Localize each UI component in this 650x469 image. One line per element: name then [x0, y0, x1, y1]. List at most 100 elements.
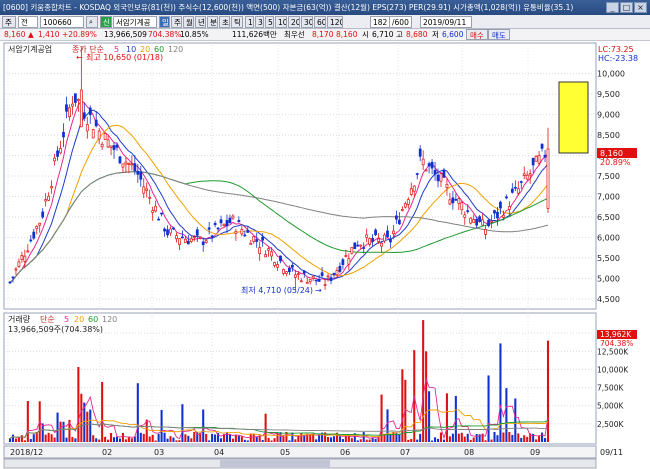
- volume-bar: [338, 436, 341, 442]
- candle-body: [219, 219, 223, 224]
- candle-body: [255, 239, 259, 242]
- volume-bar: [490, 439, 493, 442]
- period-year-button[interactable]: 년: [195, 16, 206, 28]
- candle-body: [154, 205, 158, 212]
- minute-20-button[interactable]: 20: [288, 16, 300, 28]
- candle-body: [451, 197, 455, 204]
- stock-name-field: 서암기계공: [113, 16, 157, 28]
- stock-code-input[interactable]: 100660: [40, 16, 84, 28]
- candle-body: [454, 198, 458, 201]
- volume-bar: [53, 437, 56, 442]
- candle-body: [353, 242, 357, 250]
- price-info-bar: 8,160 ▲ 1,410 +20.89% 13,966,509 704.38%…: [0, 29, 650, 41]
- chart-area[interactable]: 10,0009,5009,0008,5008,0007,5007,0006,50…: [0, 41, 650, 469]
- volume-bar: [89, 409, 92, 442]
- candle-body: [487, 220, 490, 227]
- vma120-label: 120: [102, 315, 117, 324]
- volume-bar: [252, 433, 255, 442]
- time-axis[interactable]: [3, 445, 597, 459]
- candle-body: [510, 188, 514, 193]
- candle-body: [20, 255, 24, 260]
- minute-1-button[interactable]: 1: [245, 16, 254, 28]
- candle-body: [44, 199, 48, 202]
- volume-bar: [523, 435, 526, 442]
- volume-bar: [315, 439, 318, 442]
- period-week-button[interactable]: 주: [171, 16, 182, 28]
- menu-button[interactable]: 주: [2, 16, 16, 28]
- period-second-button[interactable]: 초: [219, 16, 230, 28]
- open-label: 시: [362, 30, 369, 39]
- candle-body: [397, 219, 401, 225]
- volume-bar: [62, 421, 65, 442]
- volume-bar: [457, 433, 460, 442]
- volume-bar: [416, 439, 419, 442]
- candle-body: [94, 119, 98, 127]
- volume-bar: [178, 440, 181, 442]
- minute-30-button[interactable]: 30: [301, 16, 313, 28]
- candle-body: [252, 236, 256, 242]
- candle-body: [53, 157, 56, 162]
- volume-bar: [29, 439, 32, 442]
- volume-bar: [130, 438, 133, 442]
- vma5-label: 5: [64, 315, 69, 324]
- candle-body: [293, 274, 297, 278]
- candle-body: [457, 198, 461, 204]
- market-select[interactable]: 전: [18, 16, 38, 28]
- candle-body: [433, 169, 437, 175]
- candle-body: [151, 210, 155, 213]
- volume-bar: [517, 433, 520, 442]
- current-volume-axis: 13,962K: [600, 330, 632, 339]
- close-button[interactable]: ×: [634, 2, 647, 13]
- change-arrow-icon: ▲: [28, 30, 34, 39]
- period-month-button[interactable]: 월: [183, 16, 194, 28]
- minute-5-button[interactable]: 5: [265, 16, 274, 28]
- candle-body: [240, 229, 244, 235]
- minute-10-button[interactable]: 10: [275, 16, 287, 28]
- chart-svg[interactable]: 10,0009,5009,0008,5008,0007,5007,0006,50…: [0, 41, 650, 469]
- candle-body: [59, 148, 62, 154]
- volume-bar: [187, 435, 190, 442]
- candle-body: [311, 275, 315, 279]
- minute-120-button[interactable]: 120: [327, 16, 343, 28]
- volume-bar: [538, 435, 541, 442]
- buy-button[interactable]: 매수: [466, 29, 488, 40]
- candle-body: [207, 227, 211, 230]
- price-tick-label: 7,500: [597, 172, 620, 181]
- candle-body: [11, 276, 15, 279]
- minimize-button[interactable]: _: [606, 2, 619, 13]
- volume-bar: [17, 437, 20, 442]
- highlight-box[interactable]: [558, 81, 589, 154]
- candle-body: [299, 280, 303, 283]
- ma120-label: 120: [168, 45, 183, 54]
- candle-body: [326, 275, 330, 278]
- volume-bar: [121, 432, 124, 442]
- candle-body: [371, 237, 375, 242]
- volume-bar: [56, 412, 59, 442]
- display-count-input[interactable]: 182: [370, 16, 390, 28]
- candle-body: [258, 247, 262, 254]
- minute-3-button[interactable]: 3: [255, 16, 264, 28]
- candle-body: [68, 107, 71, 118]
- period-minute-button[interactable]: 분: [207, 16, 218, 28]
- magnifier-icon[interactable]: ⌕: [86, 16, 98, 28]
- candle-body: [380, 242, 383, 247]
- candle-body: [314, 279, 318, 282]
- maximize-button[interactable]: □: [620, 2, 633, 13]
- period-tick-button[interactable]: 틱: [231, 16, 243, 28]
- volume-bar: [11, 434, 15, 442]
- candle-body: [172, 227, 175, 230]
- volume-bar: [26, 400, 29, 442]
- volume-bar: [246, 440, 249, 442]
- sell-button[interactable]: 매도: [488, 29, 510, 40]
- volume-bar: [451, 433, 454, 442]
- volume-bar: [407, 439, 410, 442]
- lc-label: LC:73.25: [598, 45, 634, 54]
- scrollbar-thumb[interactable]: [220, 460, 330, 467]
- minute-60-button[interactable]: 60: [314, 16, 326, 28]
- period-day-button[interactable]: 일: [159, 16, 170, 28]
- volume-bar: [8, 438, 12, 442]
- volume-bar: [475, 434, 478, 442]
- candle-body: [383, 234, 386, 242]
- volume-ratio: 704.38%: [148, 30, 182, 39]
- date-input[interactable]: 2019/09/11: [420, 16, 472, 28]
